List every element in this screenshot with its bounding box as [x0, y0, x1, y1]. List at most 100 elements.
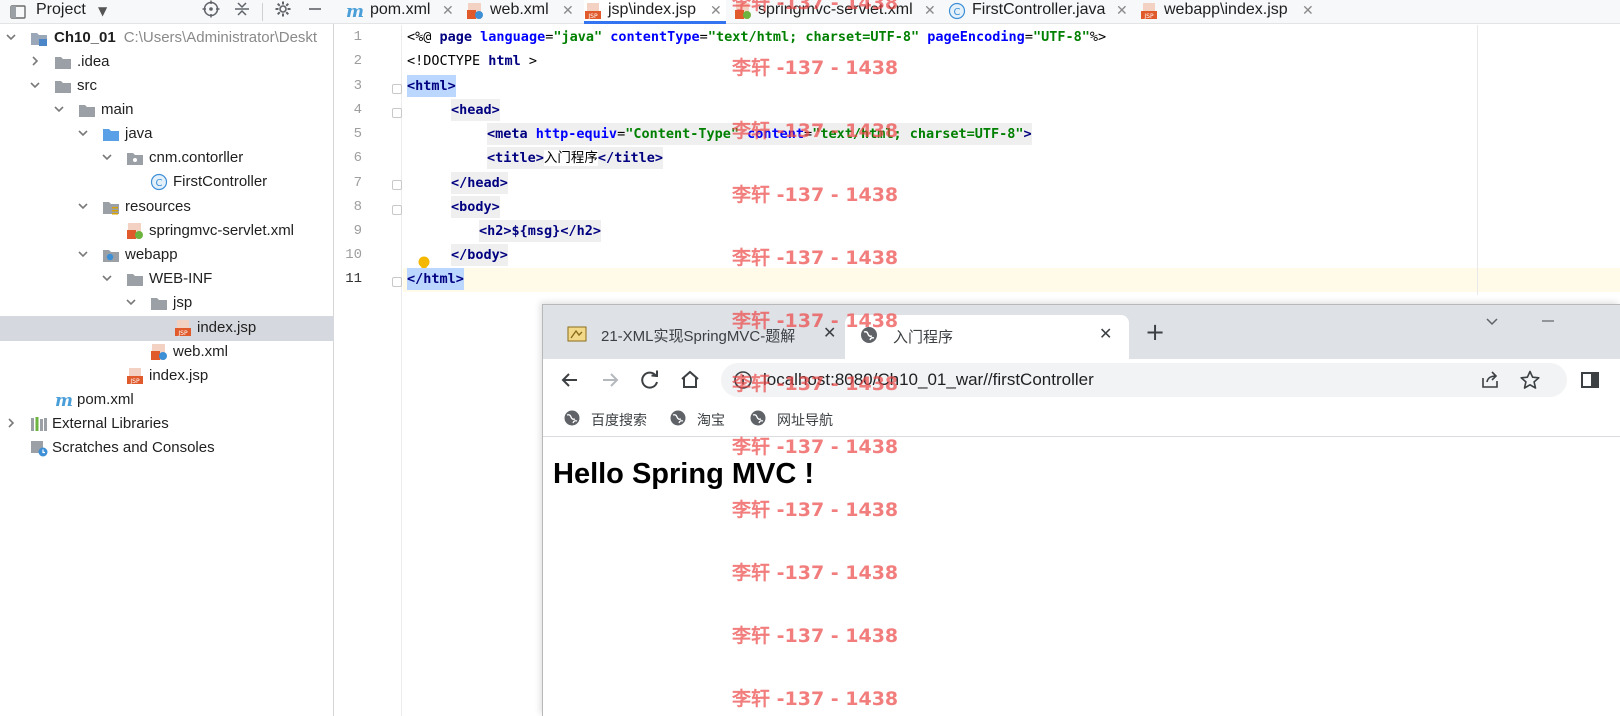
fold-marker[interactable]	[392, 180, 402, 190]
share-icon[interactable]	[1479, 369, 1501, 391]
chevron-down-icon[interactable]	[76, 126, 90, 140]
bookmark-star-icon[interactable]	[1519, 369, 1541, 391]
tab-jsp-index-jsp[interactable]: JSP jsp\index.jsp ✕	[584, 0, 726, 24]
home-button[interactable]	[677, 367, 703, 393]
project-view-icon[interactable]	[10, 4, 26, 20]
tree-item-project-root[interactable]: Ch10_01 C:\Users\Administrator\Deskt	[0, 26, 334, 51]
chevron-down-icon[interactable]	[28, 78, 42, 92]
chevron-right-icon[interactable]	[4, 416, 18, 430]
browser-tab-solution[interactable]: 21-XML实现SpringMVC-题解 ✕	[553, 317, 843, 351]
folder-icon	[78, 101, 96, 119]
code-line-11: </html>	[407, 268, 464, 290]
locate-icon[interactable]	[200, 0, 222, 22]
chevron-right-icon[interactable]	[28, 54, 42, 68]
tree-item-label: resources	[125, 198, 191, 215]
right-margin-guide	[1477, 25, 1478, 295]
tree-item-firstcontroller[interactable]: C FirstController	[0, 170, 334, 195]
folder-icon	[126, 270, 144, 288]
line-number: 6	[353, 150, 362, 166]
line-number: 9	[353, 223, 362, 239]
address-bar[interactable]: localhost:8080/Ch10_01_war//firstControl…	[721, 363, 1567, 397]
forward-button[interactable]	[597, 367, 623, 393]
chevron-down-icon[interactable]	[4, 30, 18, 44]
tree-item-idea[interactable]: .idea	[0, 50, 334, 75]
tree-item-resources[interactable]: resources	[0, 195, 334, 220]
tree-item-label: External Libraries	[52, 415, 169, 432]
collapse-all-icon[interactable]	[231, 0, 253, 22]
tree-item-java[interactable]: java	[0, 122, 334, 147]
tree-item-src[interactable]: src	[0, 74, 334, 99]
close-icon[interactable]: ✕	[562, 2, 574, 19]
resources-folder-icon	[102, 198, 120, 216]
fold-marker[interactable]	[392, 108, 402, 118]
tree-item-webapp[interactable]: webapp	[0, 243, 334, 268]
minimize-window-icon[interactable]	[1535, 313, 1561, 333]
tree-item-pom-xml[interactable]: m pom.xml	[0, 388, 334, 413]
tree-item-index-jsp-selected[interactable]: JSP index.jsp	[0, 316, 334, 341]
tab-web-xml[interactable]: web.xml ✕	[466, 0, 578, 24]
tree-item-label: java	[125, 125, 153, 142]
jsp-file-icon: JSP	[1140, 2, 1158, 20]
class-icon: C	[150, 173, 168, 191]
tree-item-web-xml[interactable]: web.xml	[0, 340, 334, 365]
chevron-down-icon[interactable]	[76, 247, 90, 261]
url-text[interactable]: localhost:8080/Ch10_01_war//firstControl…	[763, 370, 1094, 390]
site-info-icon[interactable]	[733, 370, 753, 390]
close-icon[interactable]: ✕	[924, 2, 936, 19]
close-icon[interactable]: ✕	[1302, 2, 1314, 19]
gear-icon[interactable]	[272, 0, 294, 22]
browser-window: 21-XML实现SpringMVC-题解 ✕ 入门程序 ✕ + localhos…	[542, 304, 1620, 716]
fold-marker[interactable]	[392, 205, 402, 215]
tree-item-springmvc-servlet[interactable]: springmvc-servlet.xml	[0, 219, 334, 244]
close-icon[interactable]: ✕	[1099, 324, 1112, 344]
fold-marker[interactable]	[392, 277, 402, 287]
tab-firstcontroller-java[interactable]: C FirstController.java ✕	[948, 0, 1132, 24]
scratches-icon	[30, 439, 48, 457]
code-line-8: <body>	[451, 196, 500, 218]
chevron-down-icon[interactable]: ▼	[98, 4, 107, 18]
web-xml-icon	[466, 2, 484, 20]
bookmark-label: 淘宝	[697, 412, 725, 428]
tree-item-external-libraries[interactable]: External Libraries	[0, 412, 334, 437]
chevron-down-icon[interactable]	[100, 271, 114, 285]
fold-marker[interactable]	[392, 84, 402, 94]
package-icon	[126, 149, 144, 167]
line-number: 1	[353, 29, 362, 45]
close-icon[interactable]: ✕	[1116, 2, 1128, 19]
reload-button[interactable]	[637, 367, 663, 393]
side-panel-icon[interactable]	[1577, 367, 1603, 393]
tree-item-label: src	[77, 77, 97, 94]
editor-gutter: 1 2 3 4 5 6 7 8 9 10 11	[334, 25, 402, 716]
chevron-down-icon[interactable]	[100, 150, 114, 164]
back-button[interactable]	[557, 367, 583, 393]
tree-item-jsp-folder[interactable]: jsp	[0, 291, 334, 316]
tree-item-package[interactable]: cnm.contorller	[0, 146, 334, 171]
close-icon[interactable]: ✕	[442, 2, 454, 19]
spring-xml-icon	[126, 222, 144, 240]
code-line-3: <html>	[407, 75, 456, 97]
tree-item-main[interactable]: main	[0, 98, 334, 123]
tree-item-label: Scratches and Consoles	[52, 439, 215, 456]
new-tab-button[interactable]: +	[1141, 319, 1169, 347]
chevron-down-icon[interactable]	[124, 295, 138, 309]
chevron-down-icon[interactable]	[76, 199, 90, 213]
tree-item-web-inf[interactable]: WEB-INF	[0, 267, 334, 292]
line-number: 4	[353, 102, 362, 118]
line-number: 3	[353, 78, 362, 94]
tab-pom-xml[interactable]: m pom.xml ✕	[346, 0, 458, 24]
browser-tab-active[interactable]: 入门程序 ✕	[845, 315, 1129, 359]
line-number: 10	[345, 247, 362, 263]
tree-item-label: webapp	[125, 246, 178, 263]
tree-item-webapp-index-jsp[interactable]: JSP index.jsp	[0, 364, 334, 389]
close-icon[interactable]: ✕	[823, 323, 836, 343]
tree-item-scratches[interactable]: Scratches and Consoles	[0, 436, 334, 461]
code-line-7: </head>	[451, 172, 508, 194]
tab-search-icon[interactable]	[1479, 313, 1505, 333]
minimize-panel-icon[interactable]	[304, 0, 326, 22]
project-title[interactable]: Project	[36, 1, 86, 19]
close-icon[interactable]: ✕	[710, 2, 722, 19]
bookmarks-bar: 百度搜索 淘宝 网址导航	[543, 401, 1620, 437]
tab-springmvc-servlet-xml[interactable]: springmvc-servlet.xml ✕	[734, 0, 940, 24]
tab-webapp-index-jsp[interactable]: JSP webapp\index.jsp ✕	[1140, 0, 1318, 24]
chevron-down-icon[interactable]	[52, 102, 66, 116]
